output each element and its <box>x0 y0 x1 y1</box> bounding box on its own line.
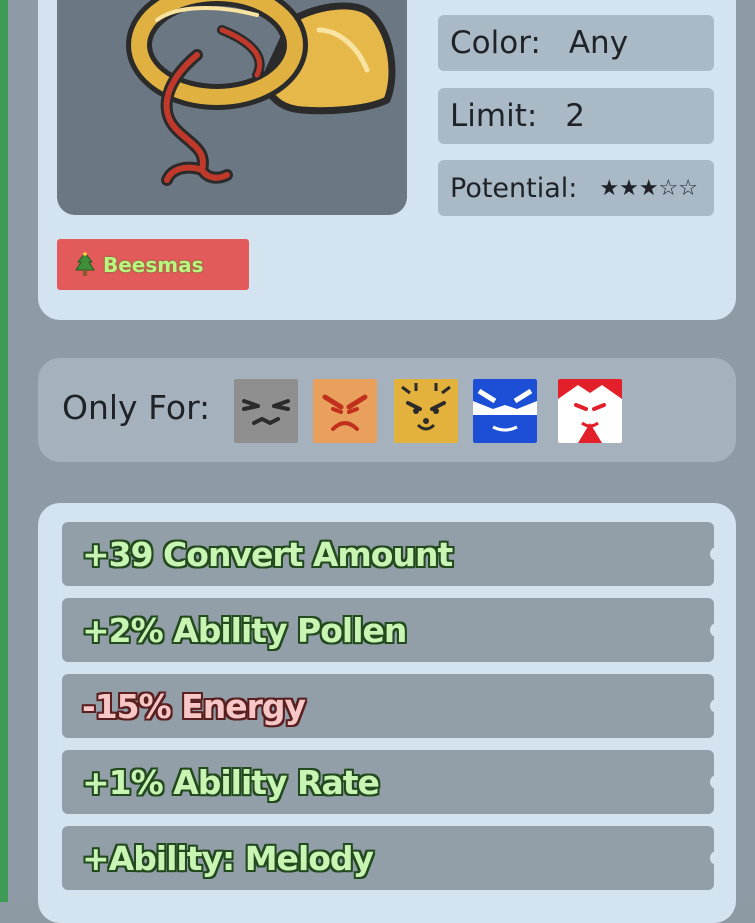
grumpy-bee-icon[interactable] <box>234 379 298 443</box>
beesmas-tag: Beesmas <box>57 239 249 290</box>
potential-stars: ★★★☆☆ <box>599 175 699 201</box>
only-for-label: Only For: <box>62 388 211 427</box>
ability-text: -15% Energy <box>82 686 306 726</box>
ability-text: +1% Ability Rate <box>82 762 380 802</box>
color-label: Color: <box>450 25 541 61</box>
demon-bee-icon[interactable] <box>313 379 377 443</box>
ability-row: +Ability: Melody <box>62 826 714 890</box>
background-edge <box>0 0 8 902</box>
vicious-bee-icon[interactable] <box>473 379 537 443</box>
ability-text: +2% Ability Pollen <box>82 610 407 650</box>
color-value: Any <box>568 25 629 61</box>
color-stat: Color: Any <box>438 15 714 71</box>
limit-value: 2 <box>565 98 586 134</box>
potential-label: Potential: <box>450 172 578 204</box>
item-image <box>57 0 407 215</box>
ability-row: +1% Ability Rate <box>62 750 714 814</box>
ability-row: +39 Convert Amount <box>62 522 714 586</box>
ability-row: +2% Ability Pollen <box>62 598 714 662</box>
limit-label: Limit: <box>450 98 538 134</box>
tag-label: Beesmas <box>103 252 204 277</box>
potential-stat: Potential: ★★★☆☆ <box>438 160 714 216</box>
ability-row: -15% Energy <box>62 674 714 738</box>
tabby-bee-icon[interactable] <box>394 379 458 443</box>
christmas-tree-icon <box>75 251 95 276</box>
ability-text: +Ability: Melody <box>82 838 374 878</box>
limit-stat: Limit: 2 <box>438 88 714 144</box>
windy-bee-icon[interactable] <box>558 379 622 443</box>
hunting-horn-icon <box>126 0 396 186</box>
ability-text: +39 Convert Amount <box>82 534 453 574</box>
